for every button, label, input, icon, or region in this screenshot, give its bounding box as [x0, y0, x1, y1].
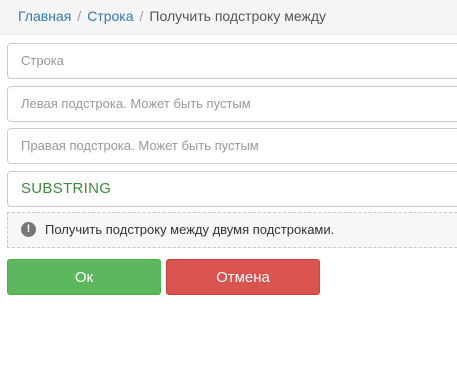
string-input[interactable]: Строка: [7, 43, 457, 79]
result-output[interactable]: SUBSTRING: [7, 171, 457, 207]
page: Главная / Строка / Получить подстроку между …: [0, 0, 457, 370]
breadcrumb-current: Получить подстроку между: [149, 8, 326, 24]
cancel-button[interactable]: Отмена: [166, 259, 320, 295]
breadcrumb-separator: /: [77, 8, 82, 24]
right-substring-input[interactable]: Правая подстрока. Может быть пустым: [7, 128, 457, 164]
info-message: ! Получить подстроку между двумя подстрок…: [7, 212, 457, 248]
ok-button[interactable]: Ок: [7, 259, 161, 295]
breadcrumb-separator: /: [139, 8, 144, 24]
info-text: Получить подстроку между двумя подстрока…: [45, 222, 335, 237]
breadcrumb-section-link[interactable]: Строка: [87, 8, 133, 24]
breadcrumb-home-link[interactable]: Главная: [18, 8, 71, 24]
left-substring-input[interactable]: Левая подстрока. Может быть пустым: [7, 86, 457, 122]
breadcrumb: Главная / Строка / Получить подстроку между: [0, 0, 457, 35]
exclamation-icon: !: [21, 222, 36, 238]
